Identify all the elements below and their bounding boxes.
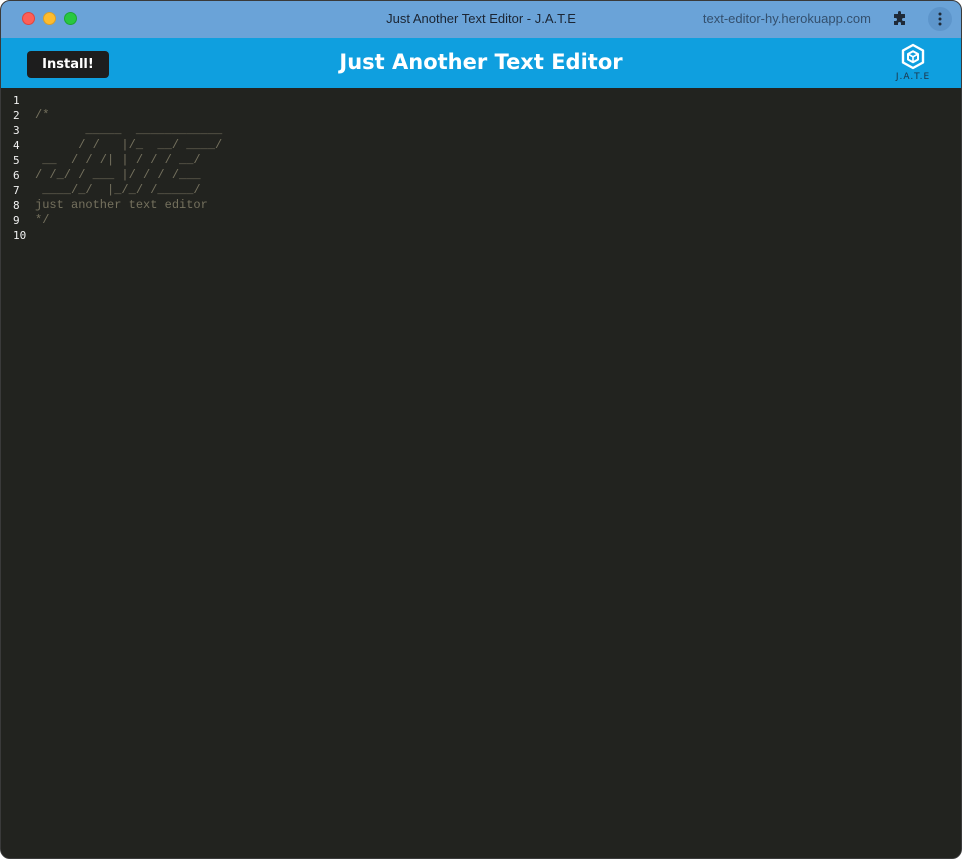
editor-line[interactable]: 2 /* (1, 108, 961, 123)
line-number: 10 (13, 229, 27, 242)
line-text[interactable]: just another text editor (35, 198, 208, 213)
editor-line[interactable]: 7 ____/_/ |_/_/ /_____/ (1, 183, 961, 198)
line-number: 2 (13, 109, 20, 122)
line-number: 7 (13, 184, 20, 197)
logo-text: J.A.T.E (895, 72, 931, 82)
line-number: 3 (13, 124, 20, 137)
editor-line[interactable]: 4 / / |/_ __/ ____/ (1, 138, 961, 153)
editor-line[interactable]: 5 __ / / /| | / / / __/ (1, 153, 961, 168)
code-editor[interactable]: 1 2/* 3 _____ ____________ 4 / / |/_ __/ __… (1, 88, 961, 858)
cube-logo-icon (901, 43, 925, 70)
line-text[interactable]: / / |/_ __/ ____/ (35, 138, 222, 153)
line-text[interactable]: / /_/ / ___ |/ / / /___ (35, 168, 201, 183)
line-text[interactable]: */ (35, 213, 49, 228)
title-bar: Just Another Text Editor - J.A.T.E text-… (1, 1, 961, 38)
editor-line[interactable]: 1 (1, 93, 961, 108)
jate-logo: J.A.T.E (891, 43, 935, 87)
site-url[interactable]: text-editor-hy.herokuapp.com (703, 11, 871, 26)
kebab-menu-icon[interactable] (928, 7, 952, 31)
page-title: Just Another Text Editor (339, 50, 623, 74)
line-number: 6 (13, 169, 20, 182)
puzzle-icon[interactable] (891, 10, 909, 28)
browser-window: Just Another Text Editor - J.A.T.E text-… (0, 0, 962, 859)
editor-line[interactable]: 10 (1, 228, 961, 243)
line-number: 9 (13, 214, 20, 227)
line-number: 8 (13, 199, 20, 212)
line-text[interactable]: ____/_/ |_/_/ /_____/ (35, 183, 200, 198)
app-header: Install! Just Another Text Editor J.A.T.… (1, 38, 961, 88)
editor-line[interactable]: 3 _____ ____________ (1, 123, 961, 138)
line-number: 1 (13, 94, 20, 107)
line-number: 4 (13, 139, 20, 152)
line-number: 5 (13, 154, 20, 167)
editor-line[interactable]: 9 */ (1, 213, 961, 228)
editor-line[interactable]: 6 / /_/ / ___ |/ / / /___ (1, 168, 961, 183)
line-text[interactable]: /* (35, 108, 49, 123)
editor-line[interactable]: 8 just another text editor (1, 198, 961, 213)
line-text[interactable]: _____ ____________ (35, 123, 222, 138)
line-text[interactable]: __ / / /| | / / / __/ (35, 153, 200, 168)
